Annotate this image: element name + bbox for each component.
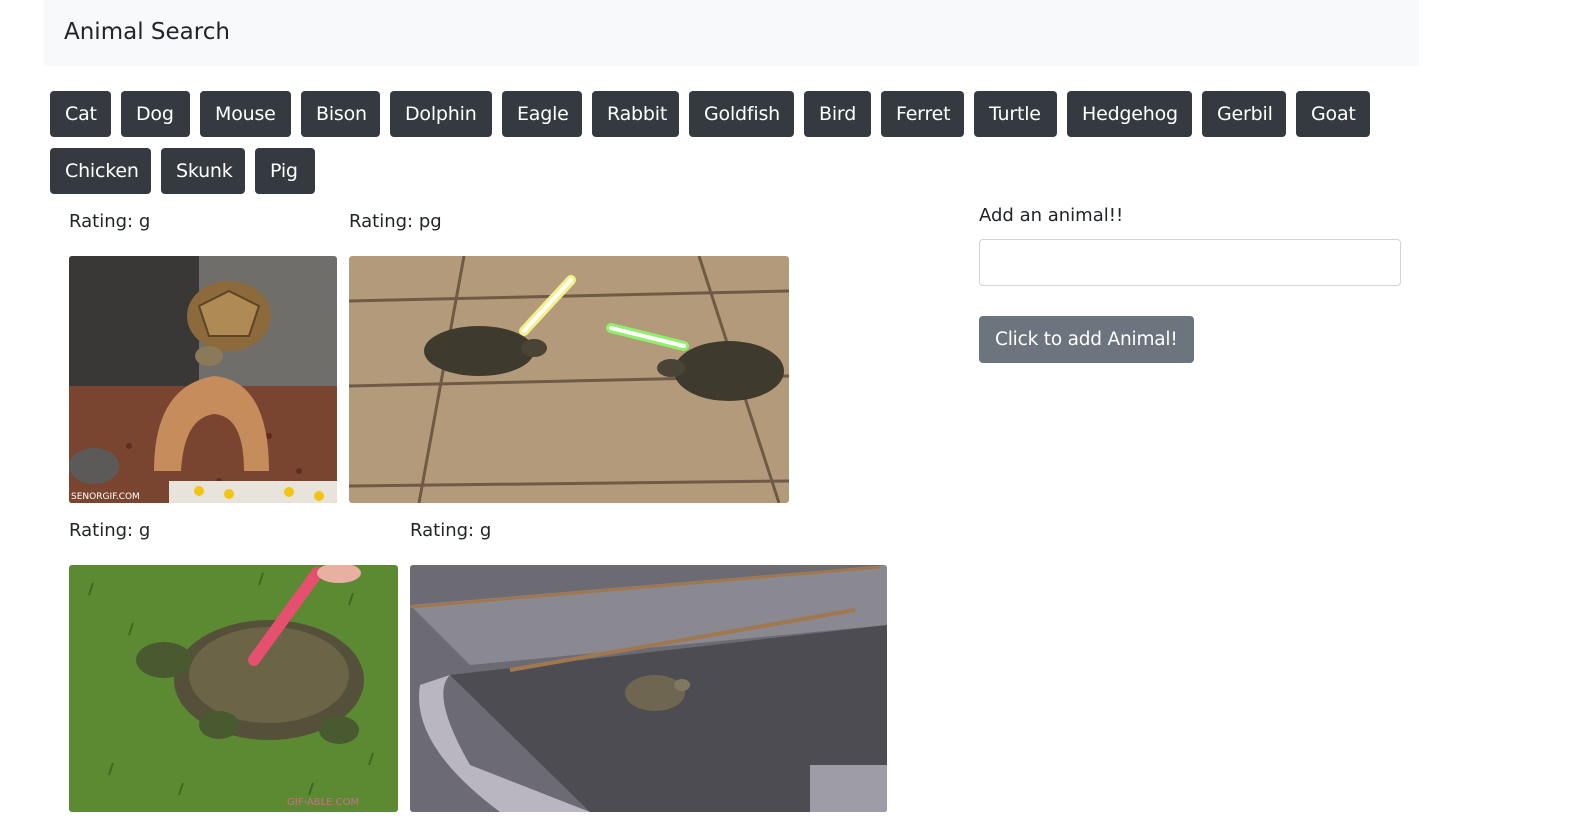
- animal-button-dog[interactable]: Dog: [121, 91, 190, 137]
- result-rating: Rating: g: [410, 520, 492, 541]
- turtle-gif-image[interactable]: SENORGIF.COM: [69, 256, 337, 503]
- animal-button-goldfish[interactable]: Goldfish: [689, 91, 794, 137]
- gif-watermark: SENORGIF.COM: [71, 492, 140, 502]
- animal-button-rabbit[interactable]: Rabbit: [592, 91, 679, 137]
- animal-button-skunk[interactable]: Skunk: [161, 148, 245, 194]
- animal-button-ferret[interactable]: Ferret: [881, 91, 964, 137]
- animal-button-chicken[interactable]: Chicken: [50, 148, 151, 194]
- turtle-gif-image[interactable]: GIF-ABLE.COM: [69, 565, 398, 812]
- animal-button-pig[interactable]: Pig: [255, 148, 315, 194]
- add-animal-input[interactable]: [979, 239, 1401, 286]
- turtle-gif-image[interactable]: [349, 256, 789, 503]
- add-animal-label: Add an animal!!: [979, 205, 1124, 226]
- animal-button-hedgehog[interactable]: Hedgehog: [1067, 91, 1192, 137]
- result-rating: Rating: g: [69, 211, 151, 232]
- animal-button-eagle[interactable]: Eagle: [502, 91, 582, 137]
- animal-button-bison[interactable]: Bison: [301, 91, 380, 137]
- animal-button-turtle[interactable]: Turtle: [974, 91, 1057, 137]
- animal-button-dolphin[interactable]: Dolphin: [390, 91, 492, 137]
- result-rating: Rating: g: [69, 520, 151, 541]
- animal-button-bird[interactable]: Bird: [804, 91, 871, 137]
- navbar: Animal Search: [44, 0, 1419, 66]
- gif-watermark: GIF-ABLE.COM: [287, 797, 359, 808]
- animal-button-gerbil[interactable]: Gerbil: [1202, 91, 1286, 137]
- result-rating: Rating: pg: [349, 211, 442, 232]
- turtle-gif-image[interactable]: [410, 565, 887, 812]
- animal-button-mouse[interactable]: Mouse: [200, 91, 291, 137]
- animal-button-goat[interactable]: Goat: [1296, 91, 1370, 137]
- add-animal-button[interactable]: Click to add Animal!: [979, 316, 1194, 363]
- navbar-brand[interactable]: Animal Search: [64, 16, 230, 48]
- animal-button-cat[interactable]: Cat: [50, 91, 111, 137]
